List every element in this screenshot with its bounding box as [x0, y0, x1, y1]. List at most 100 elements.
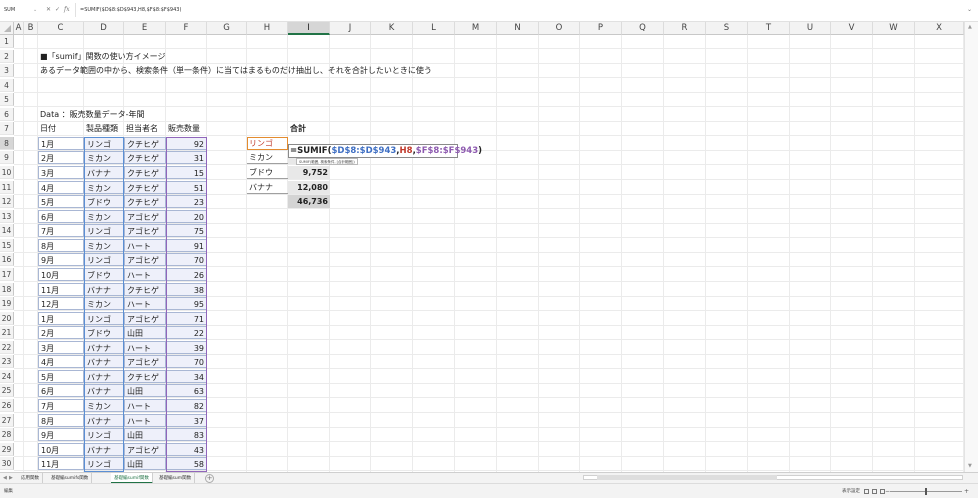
- table-cell-person[interactable]: 山田: [124, 428, 166, 442]
- table-cell-date[interactable]: 2月: [38, 326, 84, 340]
- column-header-l[interactable]: L: [413, 22, 455, 35]
- table-cell-date[interactable]: 1月: [38, 136, 84, 150]
- summary-value[interactable]: 9,752: [288, 166, 330, 180]
- display-settings-button[interactable]: 表示設定: [842, 484, 860, 498]
- column-header-e[interactable]: E: [124, 22, 166, 35]
- table-cell-person[interactable]: 山田: [124, 384, 166, 398]
- select-all-corner[interactable]: [0, 22, 14, 35]
- add-sheet-icon[interactable]: +: [205, 474, 214, 483]
- column-header-v[interactable]: V: [831, 22, 873, 35]
- table-cell-date[interactable]: 9月: [38, 253, 84, 267]
- table-cell-person[interactable]: アゴヒゲ: [124, 209, 166, 223]
- table-cell-product[interactable]: バナナ: [84, 384, 124, 398]
- table-cell-date[interactable]: 8月: [38, 413, 84, 427]
- table-cell-person[interactable]: アゴヒゲ: [124, 253, 166, 267]
- table-cell-product[interactable]: リンゴ: [84, 136, 124, 150]
- row-header-21[interactable]: 21: [0, 326, 14, 340]
- function-tooltip[interactable]: SUMIF(範囲, 検索条件, [合計範囲]): [296, 158, 358, 165]
- column-header-n[interactable]: N: [497, 22, 539, 35]
- table-header[interactable]: 担当者名: [124, 122, 166, 135]
- table-cell-product[interactable]: バナナ: [84, 340, 124, 354]
- table-cell-person[interactable]: クチヒゲ: [124, 180, 166, 194]
- table-cell-date[interactable]: 4月: [38, 355, 84, 369]
- table-cell-date[interactable]: 8月: [38, 238, 84, 252]
- column-header-c[interactable]: C: [38, 22, 84, 35]
- column-header-b[interactable]: B: [24, 22, 38, 35]
- scroll-down-icon[interactable]: ▼: [968, 463, 972, 469]
- table-cell-quantity[interactable]: 31: [166, 151, 207, 165]
- table-cell-date[interactable]: 6月: [38, 384, 84, 398]
- table-cell-product[interactable]: リンゴ: [84, 311, 124, 325]
- summary-label[interactable]: ミカン: [247, 151, 288, 165]
- vertical-scrollbar[interactable]: [964, 22, 978, 472]
- table-cell-date[interactable]: 5月: [38, 195, 84, 209]
- table-cell-quantity[interactable]: 71: [166, 311, 207, 325]
- row-header-26[interactable]: 26: [0, 399, 14, 412]
- table-cell-person[interactable]: ハート: [124, 238, 166, 252]
- summary-label[interactable]: リンゴ: [247, 137, 288, 150]
- table-cell-quantity[interactable]: 38: [166, 282, 207, 296]
- table-cell-date[interactable]: 5月: [38, 369, 84, 383]
- table-cell-product[interactable]: リンゴ: [84, 457, 124, 471]
- row-header-16[interactable]: 16: [0, 253, 14, 267]
- table-cell-quantity[interactable]: 43: [166, 442, 207, 456]
- page-layout-view-icon[interactable]: [872, 489, 877, 494]
- active-cell-editor[interactable]: =SUMIF($D$8:$D$943,H8,$F$8:$F$943): [288, 144, 482, 158]
- summary-value[interactable]: 12,080: [288, 180, 330, 194]
- summary-label[interactable]: バナナ: [247, 181, 288, 194]
- table-cell-quantity[interactable]: 91: [166, 238, 207, 252]
- column-header-x[interactable]: X: [915, 22, 964, 35]
- table-cell-product[interactable]: ブドウ: [84, 326, 124, 340]
- table-cell-person[interactable]: クチヒゲ: [124, 151, 166, 165]
- table-cell-person[interactable]: 山田: [124, 457, 166, 471]
- expand-formula-bar-icon[interactable]: ⌄: [967, 3, 972, 17]
- row-header-22[interactable]: 22: [0, 340, 14, 354]
- row-header-20[interactable]: 20: [0, 311, 14, 325]
- table-cell-date[interactable]: 1月: [38, 311, 84, 325]
- column-header-j[interactable]: J: [330, 22, 371, 35]
- row-header-29[interactable]: 29: [0, 442, 14, 456]
- table-cell-person[interactable]: クチヒゲ: [124, 136, 166, 150]
- table-cell-date[interactable]: 11月: [38, 457, 84, 471]
- row-header-17[interactable]: 17: [0, 267, 14, 281]
- row-header-15[interactable]: 15: [0, 238, 14, 252]
- row-header-1[interactable]: 1: [0, 35, 14, 48]
- zoom-in-button[interactable]: +: [964, 484, 969, 498]
- column-header-g[interactable]: G: [207, 22, 247, 35]
- table-header[interactable]: 販売数量: [166, 122, 207, 135]
- table-cell-quantity[interactable]: 95: [166, 297, 207, 311]
- name-box-dropdown-icon[interactable]: ⌄: [33, 3, 37, 17]
- select-all-icon[interactable]: [4, 25, 11, 32]
- table-cell-product[interactable]: バナナ: [84, 369, 124, 383]
- table-cell-quantity[interactable]: 83: [166, 428, 207, 442]
- table-cell-quantity[interactable]: 92: [166, 136, 207, 150]
- table-cell-quantity[interactable]: 75: [166, 224, 207, 238]
- table-cell-person[interactable]: クチヒゲ: [124, 166, 166, 180]
- table-cell-product[interactable]: バナナ: [84, 413, 124, 427]
- column-header-d[interactable]: D: [84, 22, 124, 35]
- column-header-h[interactable]: H: [247, 22, 288, 35]
- column-header-q[interactable]: Q: [622, 22, 664, 35]
- table-cell-date[interactable]: 10月: [38, 267, 84, 281]
- sheet-description[interactable]: あるデータ範囲の中から、検索条件（単一条件）に当てはまるものだけ抽出し、それを合…: [38, 64, 538, 77]
- row-header-10[interactable]: 10: [0, 166, 14, 180]
- row-header-13[interactable]: 13: [0, 209, 14, 223]
- enter-icon[interactable]: ✓: [55, 3, 60, 17]
- summary-label[interactable]: ブドウ: [247, 166, 288, 180]
- table-cell-product[interactable]: バナナ: [84, 355, 124, 369]
- table-cell-person[interactable]: アゴヒゲ: [124, 442, 166, 456]
- table-cell-product[interactable]: リンゴ: [84, 428, 124, 442]
- table-cell-quantity[interactable]: 37: [166, 413, 207, 427]
- cancel-icon[interactable]: ✕: [46, 3, 51, 17]
- table-cell-quantity[interactable]: 34: [166, 369, 207, 383]
- table-cell-date[interactable]: 6月: [38, 209, 84, 223]
- table-cell-quantity[interactable]: 39: [166, 340, 207, 354]
- column-header-o[interactable]: O: [539, 22, 580, 35]
- row-header-23[interactable]: 23: [0, 355, 14, 369]
- column-header-a[interactable]: A: [14, 22, 24, 35]
- table-cell-quantity[interactable]: 70: [166, 355, 207, 369]
- summary-header[interactable]: 合計: [288, 122, 330, 135]
- horizontal-scroll-thumb[interactable]: [597, 475, 777, 480]
- table-cell-quantity[interactable]: 15: [166, 166, 207, 180]
- table-cell-product[interactable]: バナナ: [84, 442, 124, 456]
